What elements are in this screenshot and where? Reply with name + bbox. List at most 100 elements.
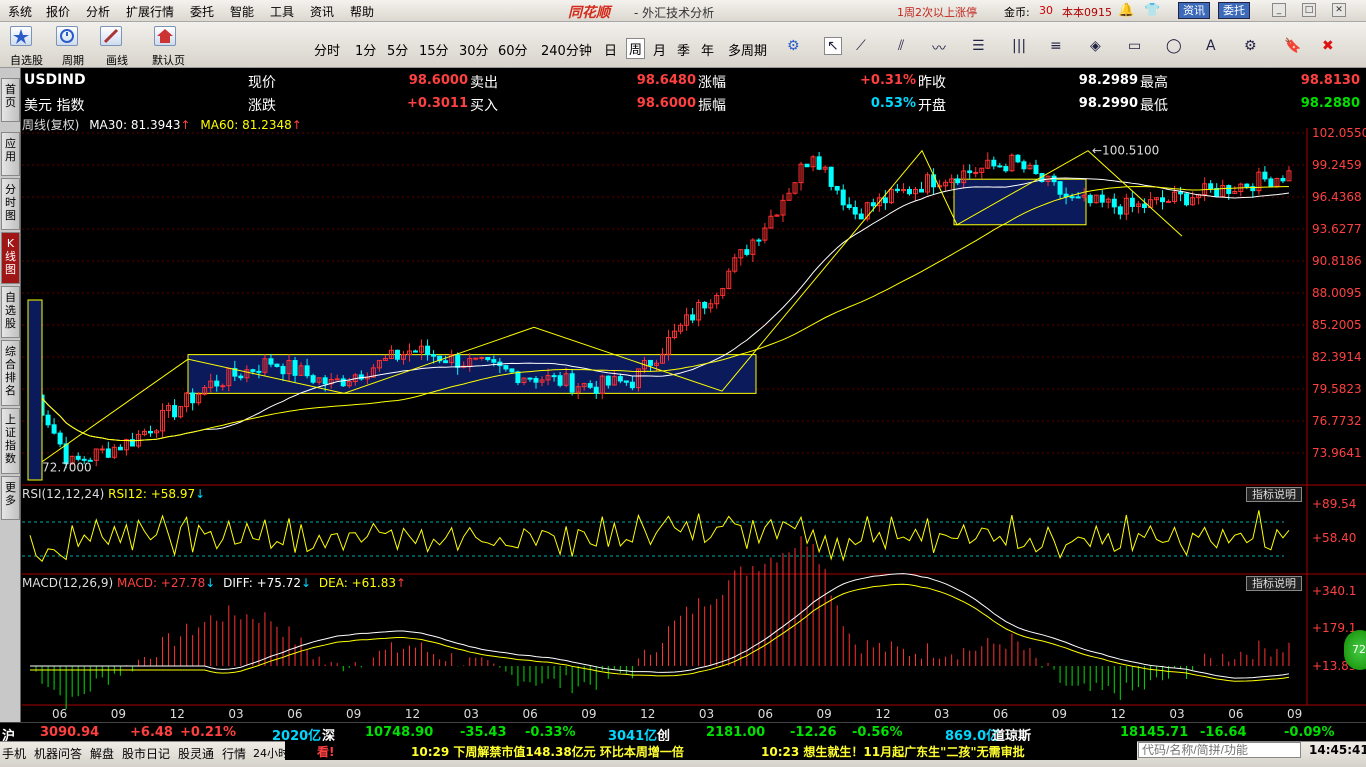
sidebar-item-ranking[interactable]: 综合排名	[1, 340, 20, 406]
ellipse-tool-icon[interactable]: ◯	[1166, 38, 1182, 54]
period-30min[interactable]: 30分	[459, 40, 489, 59]
candle-body	[1075, 196, 1081, 199]
wave-tool-icon[interactable]: 〰	[932, 38, 946, 58]
menu-help[interactable]: 帮助	[350, 3, 374, 20]
search-input[interactable]	[1138, 742, 1301, 758]
status-analysis[interactable]: 解盘	[90, 745, 114, 762]
period-240min[interactable]: 240分钟	[541, 40, 592, 59]
rsi-help-button[interactable]: 指标说明	[1246, 487, 1302, 502]
menu-analysis[interactable]: 分析	[86, 3, 110, 20]
maximize-icon[interactable]: □	[1302, 3, 1316, 17]
price-tick: 76.7732	[1312, 414, 1362, 428]
text-tool-icon[interactable]: A	[1206, 38, 1216, 54]
account-name[interactable]: 本本0915	[1062, 4, 1112, 20]
quote-item-8: -0.33%	[525, 725, 576, 740]
sidebar-item-watchlist[interactable]: 自选股	[1, 286, 20, 338]
shirt-icon[interactable]: 👕	[1144, 3, 1160, 18]
macd-tick: +340.1	[1312, 584, 1356, 598]
menu-bar: 系统 报价 分析 扩展行情 委托 智能 工具 资讯 帮助 同花顺 - 外汇技术分…	[0, 0, 1366, 22]
settings-gear-icon[interactable]: ⚙	[787, 38, 800, 54]
menu-extended[interactable]: 扩展行情	[126, 3, 174, 20]
ma60-up-icon: ↑	[291, 118, 302, 132]
period-15min[interactable]: 15分	[419, 40, 449, 59]
menu-tools[interactable]: 工具	[270, 3, 294, 20]
menu-order[interactable]: 委托	[190, 3, 214, 20]
period-icon[interactable]	[56, 26, 78, 46]
gold-value: 30	[1039, 4, 1053, 17]
fib-tool-icon[interactable]: ☰	[972, 38, 985, 54]
news-button[interactable]: 资讯	[1178, 2, 1210, 19]
sell-label: 卖出	[470, 75, 498, 91]
gold-label: 金币:	[1004, 6, 1030, 19]
candle-body	[846, 204, 852, 209]
line-tool-icon[interactable]: ⟋	[856, 38, 866, 54]
period-multi[interactable]: 多周期	[728, 40, 767, 59]
period-year[interactable]: 年	[701, 40, 714, 59]
candle-body	[1280, 177, 1286, 182]
period-60min[interactable]: 60分	[498, 40, 528, 59]
candle-body	[647, 359, 653, 366]
period-label[interactable]: 周期	[62, 52, 84, 68]
sidebar-item-shindex[interactable]: 上证指数	[1, 408, 20, 474]
menu-system[interactable]: 系统	[8, 3, 32, 20]
delete-tool-icon[interactable]: ✖	[1322, 38, 1334, 54]
parallel-tool-icon[interactable]: ⫽	[898, 38, 904, 54]
rect-tool-icon[interactable]: ▭	[1128, 38, 1141, 54]
cursor-icon[interactable]: ↖	[824, 37, 842, 55]
sidebar-item-more[interactable]: 更多	[1, 476, 20, 520]
period-1min[interactable]: 1分	[355, 40, 376, 59]
status-mobile[interactable]: 手机	[2, 745, 26, 762]
amplitude-label: 振幅	[698, 98, 726, 114]
draw-label[interactable]: 画线	[106, 52, 128, 68]
self-stock-label[interactable]: 自选股	[10, 52, 43, 68]
home-icon[interactable]	[154, 26, 176, 46]
float-badge[interactable]: 72	[1344, 630, 1366, 670]
minimize-icon[interactable]: _	[1272, 3, 1286, 17]
gann-tool-icon[interactable]: ◈	[1090, 38, 1101, 54]
period-week[interactable]: 周	[626, 38, 646, 59]
pen-icon[interactable]	[100, 26, 122, 46]
candle-body	[57, 432, 63, 445]
sidebar-item-apps[interactable]: 应用	[1, 132, 20, 176]
status-stockwise[interactable]: 股灵通	[178, 745, 214, 762]
bars-tool-icon[interactable]: |||	[1012, 38, 1026, 54]
bell-icon[interactable]: 🔔	[1118, 3, 1134, 18]
status-diary[interactable]: 股市日记	[122, 745, 170, 762]
sidebar-item-home[interactable]: 首页	[1, 78, 20, 122]
ticker-item-2[interactable]: 10:23 想生就生！11月起广东生"二孩"无需审批	[761, 743, 1025, 760]
status-market[interactable]: 行情	[222, 745, 246, 762]
channel-tool-icon[interactable]: ≡	[1050, 38, 1062, 54]
news-ticker[interactable]: 看! 10:29 下周解禁市值148.38亿元 环比本周增一倍 10:23 想生…	[285, 741, 1137, 760]
menu-news[interactable]: 资讯	[310, 3, 334, 20]
period-month[interactable]: 月	[653, 40, 666, 59]
save-tool-icon[interactable]: 🔖	[1284, 38, 1301, 54]
ticker-item-1[interactable]: 10:29 下周解禁市值148.38亿元 环比本周增一倍	[411, 743, 684, 760]
status-qa[interactable]: 机器问答	[34, 745, 82, 762]
candle-body	[1166, 200, 1171, 203]
star-icon[interactable]	[10, 26, 32, 46]
candle-body	[473, 357, 479, 360]
kline-chart[interactable]: 102.0550 99.2459 96.4368 93.6277 90.8186 88.0…	[22, 128, 1366, 728]
macd-help-button[interactable]: 指标说明	[1246, 576, 1302, 591]
sidebar-item-fenshi[interactable]: 分时图	[1, 178, 20, 230]
period-quarter[interactable]: 季	[677, 40, 690, 59]
close-icon[interactable]: ✕	[1332, 3, 1346, 17]
menu-quote[interactable]: 报价	[46, 3, 70, 20]
menu-smart[interactable]: 智能	[230, 3, 254, 20]
period-5min[interactable]: 5分	[387, 40, 408, 59]
candle-body	[274, 363, 280, 367]
promo-link[interactable]: 1周2次以上涨停	[897, 4, 977, 20]
x-tick: 12	[170, 707, 185, 721]
quote-item-3: +0.21%	[180, 725, 236, 740]
candle-body	[1268, 178, 1274, 187]
period-day[interactable]: 日	[604, 40, 617, 59]
default-page-label[interactable]: 默认页	[152, 52, 185, 68]
config-tool-icon[interactable]: ⚙	[1244, 38, 1257, 54]
candle-body	[491, 359, 497, 363]
trade-button[interactable]: 委托	[1218, 2, 1250, 19]
ticker-item-0[interactable]: 看!	[317, 743, 334, 760]
x-tick: 12	[1111, 707, 1126, 721]
panel-title: 周线(复权)	[22, 118, 80, 132]
period-fenshi[interactable]: 分时	[314, 40, 340, 59]
sidebar-item-kline[interactable]: K线图	[1, 232, 20, 284]
